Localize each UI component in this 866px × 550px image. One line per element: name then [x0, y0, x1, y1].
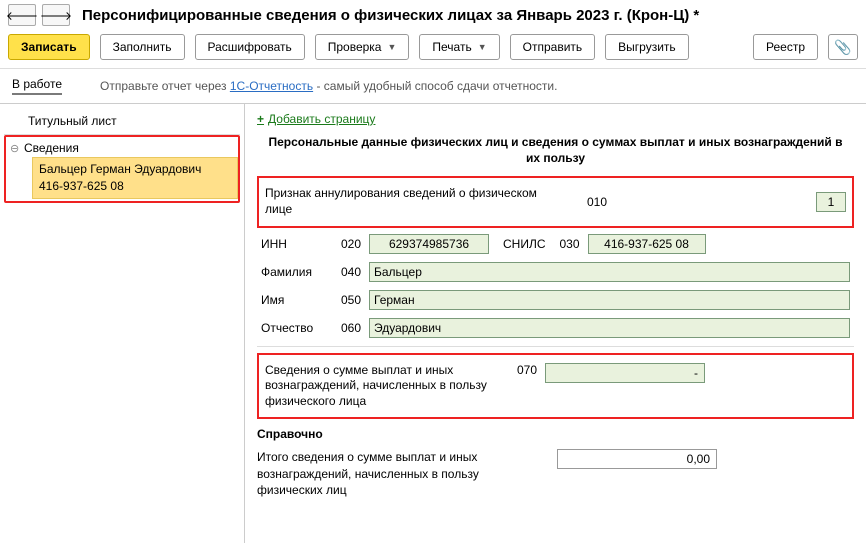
sum-label: Сведения о сумме выплат и иных вознаграж… — [265, 363, 495, 410]
inn-label: ИНН — [261, 237, 319, 251]
name-label: Имя — [261, 293, 319, 307]
registry-button[interactable]: Реестр — [753, 34, 818, 60]
tree-section-label: Сведения — [24, 141, 79, 155]
plus-icon: + — [257, 112, 264, 126]
fam-field[interactable]: Бальцер — [369, 262, 850, 282]
snils-field[interactable]: 416-937-625 08 — [588, 234, 706, 254]
tree-person-name: Бальцер Герман Эдуардович — [39, 161, 231, 178]
snils-code: 030 — [560, 237, 580, 251]
status-link[interactable]: 1С-Отчетность — [230, 79, 313, 93]
annul-label: Признак аннулирования сведений о физичес… — [265, 186, 565, 217]
content: + Добавить страницу Персональные данные … — [245, 104, 866, 543]
annul-code: 010 — [573, 195, 607, 209]
export-button[interactable]: Выгрузить — [605, 34, 689, 60]
page-title: Персонифицированные сведения о физически… — [82, 7, 699, 24]
back-button[interactable]: 🡐 — [8, 4, 36, 26]
chevron-down-icon: ▼ — [478, 42, 487, 52]
tree-item-title-page[interactable]: Титульный лист — [4, 108, 240, 134]
check-button[interactable]: Проверка ▼ — [315, 34, 410, 60]
forward-button[interactable]: 🡒 — [42, 4, 70, 26]
section-title: Персональные данные физических лиц и све… — [267, 134, 844, 166]
reference-title: Справочно — [257, 427, 854, 441]
chevron-down-icon: ▼ — [387, 42, 396, 52]
annul-field[interactable]: 1 — [816, 192, 846, 212]
add-page-link[interactable]: + Добавить страницу — [257, 112, 854, 126]
print-button[interactable]: Печать ▼ — [419, 34, 499, 60]
decrypt-button[interactable]: Расшифровать — [195, 34, 305, 60]
tree-item-section[interactable]: ⊖ Сведения — [6, 139, 238, 157]
sidebar: Титульный лист ⊖ Сведения Бальцер Герман… — [0, 104, 245, 543]
fam-label: Фамилия — [261, 265, 319, 279]
patr-field[interactable]: Эдуардович — [369, 318, 850, 338]
inn-field[interactable]: 629374985736 — [369, 234, 489, 254]
name-code: 050 — [327, 293, 361, 307]
inn-code: 020 — [327, 237, 361, 251]
print-label: Печать — [432, 40, 471, 54]
fam-code: 040 — [327, 265, 361, 279]
collapse-icon[interactable]: ⊖ — [10, 142, 20, 155]
reference-total: 0,00 — [557, 449, 717, 469]
paperclip-icon: 📎 — [834, 39, 851, 56]
sum-code: 070 — [503, 363, 537, 377]
send-button[interactable]: Отправить — [510, 34, 596, 60]
status-label[interactable]: В работе — [12, 77, 62, 95]
patr-label: Отчество — [261, 321, 319, 335]
write-button[interactable]: Записать — [8, 34, 90, 60]
check-label: Проверка — [328, 40, 382, 54]
tree-person-snils: 416-937-625 08 — [39, 178, 231, 195]
tree-item-person[interactable]: Бальцер Герман Эдуардович 416-937-625 08 — [32, 157, 238, 199]
sum-field[interactable]: - — [545, 363, 705, 383]
patr-code: 060 — [327, 321, 361, 335]
reference-label: Итого сведения о сумме выплат и иных воз… — [257, 449, 547, 498]
name-field[interactable]: Герман — [369, 290, 850, 310]
snils-label: СНИЛС — [503, 237, 546, 251]
status-text: Отправьте отчет через 1С-Отчетность - са… — [100, 79, 557, 93]
attach-button[interactable]: 📎 — [828, 34, 858, 60]
fill-button[interactable]: Заполнить — [100, 34, 185, 60]
